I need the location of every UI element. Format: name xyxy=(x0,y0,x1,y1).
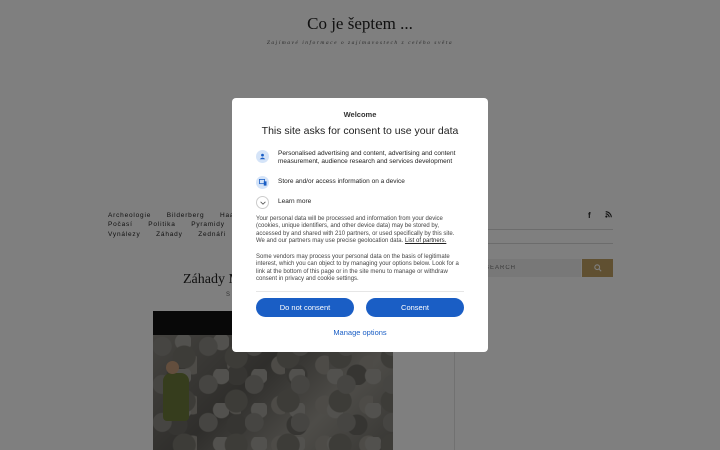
dialog-divider xyxy=(256,291,464,292)
dialog-title: This site asks for consent to use your d… xyxy=(261,125,459,137)
manage-options-link[interactable]: Manage options xyxy=(232,328,488,337)
purpose-item: Personalised advertising and content, ad… xyxy=(256,150,468,166)
user-icon xyxy=(256,150,269,163)
device-icon xyxy=(256,176,269,189)
consent-button[interactable]: Consent xyxy=(366,298,464,317)
learn-more-toggle[interactable]: Learn more xyxy=(256,196,468,209)
purpose-text: Store and/or access information on a dev… xyxy=(278,178,405,185)
dialog-welcome: Welcome xyxy=(343,110,377,119)
do-not-consent-button[interactable]: Do not consent xyxy=(256,298,354,317)
purpose-item: Store and/or access information on a dev… xyxy=(256,176,468,189)
purpose-text: Personalised advertising and content, ad… xyxy=(278,150,456,165)
partners-link[interactable]: List of partners. xyxy=(405,238,446,244)
consent-dialog: Welcome This site asks for consent to us… xyxy=(232,98,488,352)
consent-paragraph-1: Your personal data will be processed and… xyxy=(256,216,464,245)
consent-paragraph-2: Some vendors may process your personal d… xyxy=(256,254,459,282)
learn-more-label: Learn more xyxy=(278,198,312,205)
chevron-down-icon xyxy=(256,196,269,209)
